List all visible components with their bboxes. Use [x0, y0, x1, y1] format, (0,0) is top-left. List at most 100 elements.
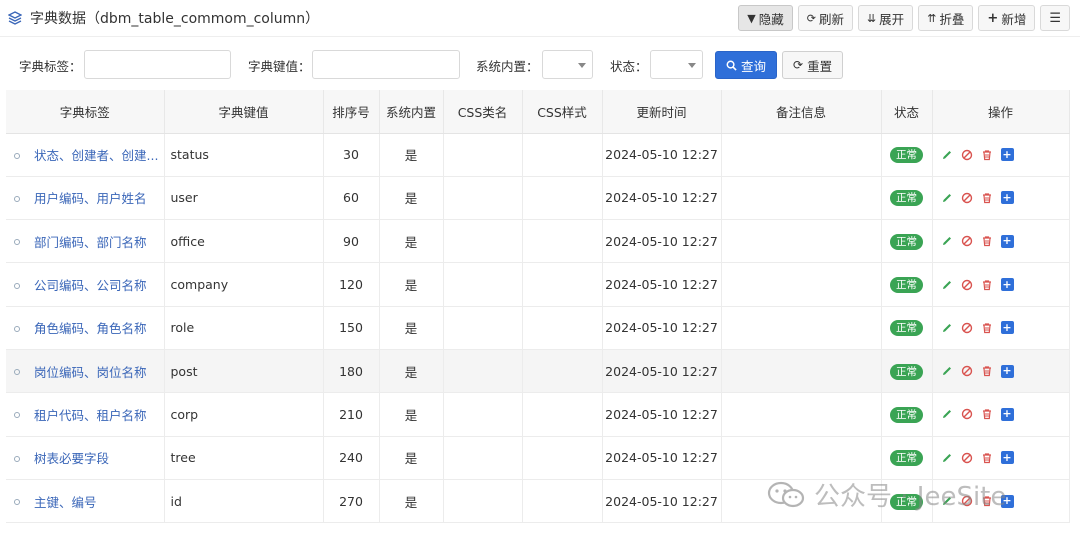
column-header[interactable]: CSS类名: [443, 90, 523, 134]
actions-cell: +: [932, 436, 1070, 480]
query-button[interactable]: 查询: [715, 51, 778, 79]
collapse-button[interactable]: ⇈ 折叠: [918, 5, 974, 31]
css-style-cell: [522, 133, 603, 177]
column-header[interactable]: 状态: [881, 90, 933, 134]
dict-label-link[interactable]: 树表必要字段: [34, 451, 109, 466]
menu-button[interactable]: ☰: [1040, 5, 1070, 31]
column-header[interactable]: 系统内置: [379, 90, 444, 134]
label-cell[interactable]: 部门编码、部门名称: [6, 219, 165, 264]
label-input[interactable]: [84, 50, 231, 79]
add-child-icon[interactable]: +: [1000, 234, 1014, 248]
edit-icon[interactable]: [941, 365, 954, 378]
column-header[interactable]: 字典键值: [164, 90, 324, 134]
delete-icon[interactable]: [981, 365, 994, 378]
dict-label-link[interactable]: 岗位编码、岗位名称: [34, 365, 147, 380]
label-cell[interactable]: 公司编码、公司名称: [6, 262, 165, 307]
add-button[interactable]: + 新增: [978, 5, 1036, 31]
edit-icon[interactable]: [941, 191, 954, 204]
delete-icon[interactable]: [981, 408, 994, 421]
delete-icon[interactable]: [981, 321, 994, 334]
delete-icon[interactable]: [981, 451, 994, 464]
page-title: 字典数据（dbm_table_commom_column）: [30, 11, 320, 27]
status-select[interactable]: [650, 50, 703, 79]
table-row[interactable]: 公司编码、公司名称 company 120 是 2024-05-10 12:27…: [6, 262, 1070, 307]
edit-icon[interactable]: [941, 235, 954, 248]
table-row[interactable]: 角色编码、角色名称 role 150 是 2024-05-10 12:27 正常…: [6, 306, 1070, 350]
dict-label-link[interactable]: 公司编码、公司名称: [34, 278, 147, 293]
disable-icon[interactable]: [961, 148, 974, 161]
dict-label-link[interactable]: 部门编码、部门名称: [34, 235, 147, 250]
table-row[interactable]: 部门编码、部门名称 office 90 是 2024-05-10 12:27 正…: [6, 219, 1070, 264]
collapse-icon: ⇈: [927, 11, 937, 25]
dict-label-link[interactable]: 状态、创建者、创建...: [34, 148, 158, 163]
status-cell: 正常: [881, 306, 933, 350]
column-header[interactable]: 排序号: [323, 90, 380, 134]
value-cell: post: [164, 349, 324, 394]
circle-icon: [14, 152, 20, 159]
column-header[interactable]: 字典标签: [6, 90, 165, 134]
css-class-cell: [443, 479, 523, 524]
reset-button[interactable]: ⟳ 重置: [782, 51, 844, 79]
expand-icon: ⇊: [866, 11, 877, 25]
disable-icon[interactable]: [961, 235, 974, 248]
disable-icon[interactable]: [961, 321, 974, 334]
value-cell: company: [164, 262, 324, 307]
table-row[interactable]: 岗位编码、岗位名称 post 180 是 2024-05-10 12:27 正常…: [6, 349, 1070, 394]
delete-icon[interactable]: [981, 148, 994, 161]
expand-button[interactable]: ⇊ 展开: [857, 5, 914, 31]
dict-label-link[interactable]: 角色编码、角色名称: [34, 321, 147, 336]
remark-cell: [721, 306, 882, 350]
hide-button[interactable]: ▼ 隐藏: [738, 5, 793, 31]
column-header[interactable]: 备注信息: [721, 90, 882, 134]
label-cell[interactable]: 树表必要字段: [6, 436, 165, 480]
label-cell[interactable]: 角色编码、角色名称: [6, 306, 165, 350]
circle-icon: [14, 282, 20, 289]
disable-icon[interactable]: [961, 191, 974, 204]
system-field-label: 系统内置：: [476, 59, 539, 74]
add-child-icon[interactable]: +: [1000, 407, 1014, 421]
label-cell[interactable]: 岗位编码、岗位名称: [6, 349, 165, 394]
system-cell: 是: [379, 262, 444, 307]
dict-label-link[interactable]: 主键、编号: [34, 495, 97, 510]
column-header[interactable]: 更新时间: [602, 90, 722, 134]
table-row[interactable]: 状态、创建者、创建... status 30 是 2024-05-10 12:2…: [6, 133, 1070, 177]
refresh-button[interactable]: ⟳ 刷新: [797, 5, 853, 31]
css-style-cell: [522, 176, 603, 221]
label-cell[interactable]: 主键、编号: [6, 479, 165, 524]
add-child-icon[interactable]: +: [1000, 278, 1014, 292]
status-cell: 正常: [881, 133, 933, 177]
disable-icon[interactable]: [961, 278, 974, 291]
css-style-cell: [522, 436, 603, 480]
system-select[interactable]: [542, 50, 593, 79]
value-input[interactable]: [312, 50, 460, 79]
delete-icon[interactable]: [981, 235, 994, 248]
search-form: 字典标签： 字典键值： 系统内置： 状态： 查询 ⟳ 重置: [0, 50, 1080, 80]
circle-icon: [14, 412, 20, 419]
label-cell[interactable]: 租户代码、租户名称: [6, 392, 165, 437]
table-row[interactable]: 用户编码、用户姓名 user 60 是 2024-05-10 12:27 正常 …: [6, 176, 1070, 221]
label-cell[interactable]: 用户编码、用户姓名: [6, 176, 165, 221]
disable-icon[interactable]: [961, 365, 974, 378]
edit-icon[interactable]: [941, 321, 954, 334]
disable-icon[interactable]: [961, 451, 974, 464]
edit-icon[interactable]: [941, 451, 954, 464]
add-child-icon[interactable]: +: [1000, 321, 1014, 335]
status-badge: 正常: [890, 233, 923, 250]
label-cell[interactable]: 状态、创建者、创建...: [6, 133, 165, 177]
delete-icon[interactable]: [981, 191, 994, 204]
add-child-icon[interactable]: +: [1000, 148, 1014, 162]
delete-icon[interactable]: [981, 278, 994, 291]
edit-icon[interactable]: [941, 278, 954, 291]
table-row[interactable]: 租户代码、租户名称 corp 210 是 2024-05-10 12:27 正常…: [6, 392, 1070, 437]
edit-icon[interactable]: [941, 408, 954, 421]
add-child-icon[interactable]: +: [1000, 191, 1014, 205]
disable-icon[interactable]: [961, 408, 974, 421]
dict-label-link[interactable]: 用户编码、用户姓名: [34, 191, 147, 206]
dict-label-link[interactable]: 租户代码、租户名称: [34, 408, 147, 423]
add-child-icon[interactable]: +: [1000, 451, 1014, 465]
remark-cell: [721, 262, 882, 307]
column-header[interactable]: CSS样式: [522, 90, 603, 134]
add-child-icon[interactable]: +: [1000, 364, 1014, 378]
table-row[interactable]: 树表必要字段 tree 240 是 2024-05-10 12:27 正常 +: [6, 436, 1070, 480]
edit-icon[interactable]: [941, 148, 954, 161]
